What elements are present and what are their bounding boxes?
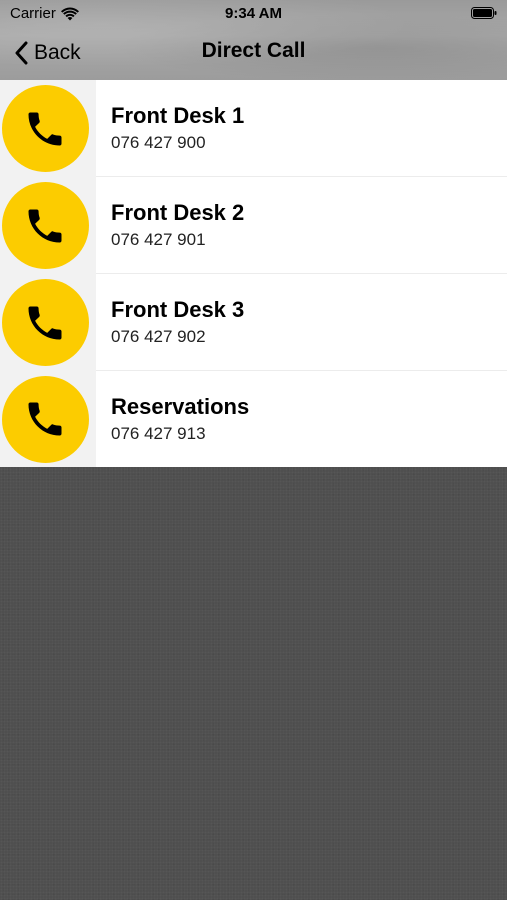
icon-cell xyxy=(0,80,96,177)
contact-name: Front Desk 2 xyxy=(111,200,245,225)
contact-row-front-desk-3[interactable]: Front Desk 3 076 427 902 xyxy=(0,274,507,371)
phone-button[interactable] xyxy=(1,85,89,172)
contact-row-front-desk-1[interactable]: Front Desk 1 076 427 900 xyxy=(0,80,507,177)
contact-number: 076 427 901 xyxy=(111,230,206,249)
contact-text: Front Desk 2 076 427 901 xyxy=(96,177,507,274)
contact-row-reservations[interactable]: Reservations 076 427 913 xyxy=(0,371,507,467)
icon-cell xyxy=(0,371,96,467)
phone-button[interactable] xyxy=(1,279,89,366)
contact-name: Reservations xyxy=(111,394,250,419)
icon-cell xyxy=(0,274,96,371)
status-bar: Carrier 9:34 AM xyxy=(0,0,507,28)
phone-icon xyxy=(28,306,62,339)
phone-button[interactable] xyxy=(1,375,89,463)
contact-number: 076 427 902 xyxy=(111,327,206,346)
battery-icon xyxy=(471,7,497,19)
phone-button[interactable] xyxy=(1,182,89,269)
contact-number: 076 427 900 xyxy=(111,133,206,152)
contact-text: Reservations 076 427 913 xyxy=(96,371,507,467)
phone-icon xyxy=(28,112,62,145)
phone-icon xyxy=(28,209,62,242)
contact-text: Front Desk 1 076 427 900 xyxy=(96,80,507,177)
page-title: Direct Call xyxy=(201,39,306,62)
contact-name: Front Desk 1 xyxy=(111,103,245,128)
status-time: 9:34 AM xyxy=(225,5,282,22)
contact-name: Front Desk 3 xyxy=(111,297,245,322)
contact-row-front-desk-2[interactable]: Front Desk 2 076 427 901 xyxy=(0,177,507,274)
contact-number: 076 427 913 xyxy=(111,424,206,443)
contact-text: Front Desk 3 076 427 902 xyxy=(96,274,507,371)
contact-list: Front Desk 1 076 427 900 Front Desk 2 07… xyxy=(0,80,507,467)
phone-icon xyxy=(28,402,62,436)
icon-cell xyxy=(0,177,96,274)
navigation-header: Carrier 9:34 AM Back Direct Call xyxy=(0,0,507,80)
